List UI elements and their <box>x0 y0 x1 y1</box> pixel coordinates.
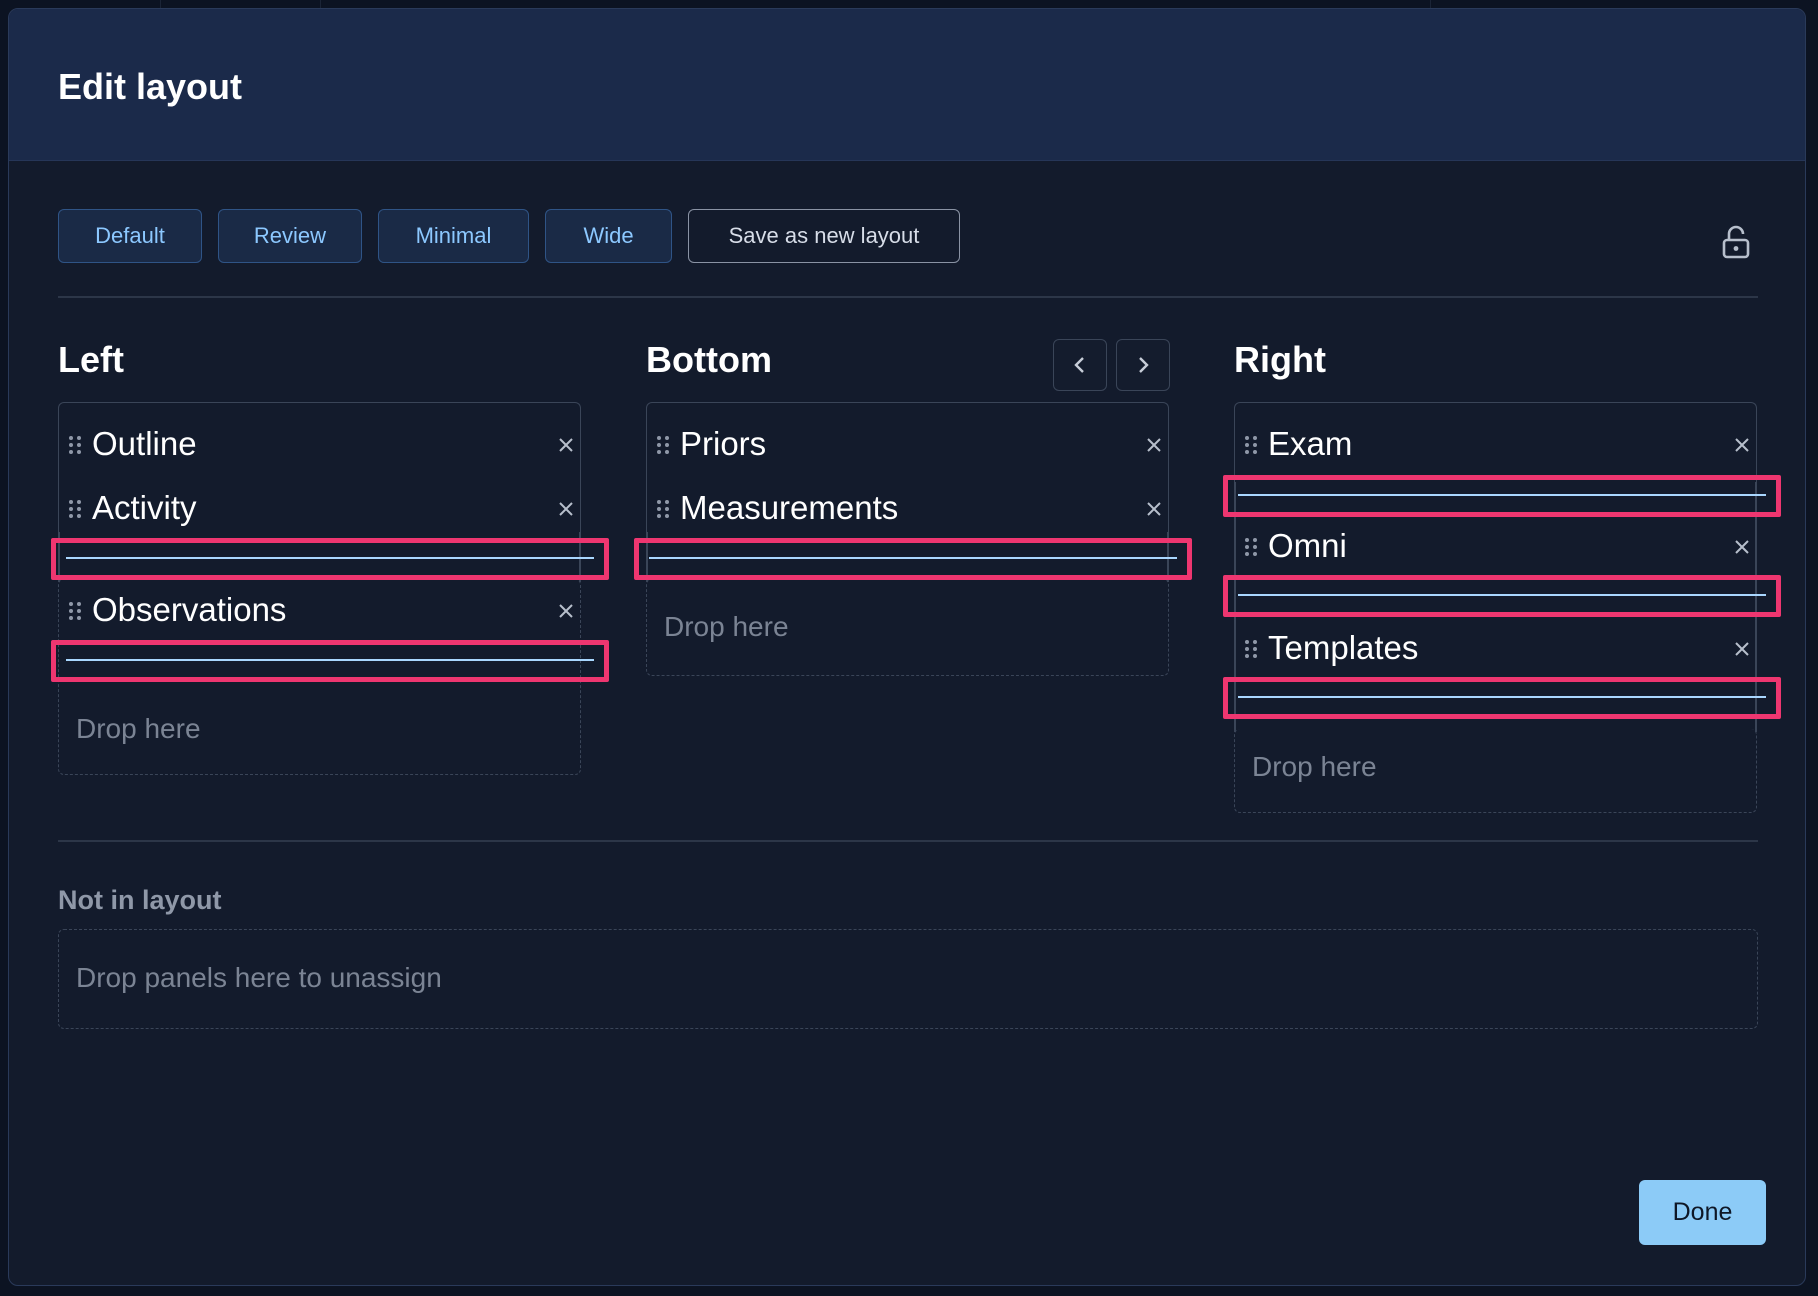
backdrop-divider <box>320 0 321 8</box>
panel-label: Activity <box>92 489 197 526</box>
right-column-title: Right <box>1234 339 1326 380</box>
move-right-button[interactable] <box>1116 339 1170 391</box>
backdrop-divider <box>1430 0 1431 8</box>
chevron-right-icon <box>1139 357 1149 373</box>
panel-label: Templates <box>1268 629 1419 666</box>
drop-here-text: Drop here <box>76 713 201 744</box>
unassign-drop-zone[interactable]: Drop panels here to unassign <box>58 929 1758 1029</box>
close-icon[interactable] <box>1145 500 1163 518</box>
panel-item-activity[interactable]: Activity <box>58 479 581 535</box>
close-icon[interactable] <box>1733 538 1751 556</box>
left-column-title: Left <box>58 339 124 380</box>
save-as-new-layout-button[interactable]: Save as new layout <box>688 209 960 263</box>
drop-here-text: Drop here <box>664 611 789 642</box>
drop-insertion-indicator <box>51 640 609 682</box>
drag-handle-icon[interactable] <box>1244 435 1258 455</box>
dialog-header: Edit layout <box>9 9 1805 161</box>
panel-label: Priors <box>680 425 767 462</box>
drag-handle-icon[interactable] <box>1244 537 1258 557</box>
drop-insertion-indicator <box>51 538 609 580</box>
drag-handle-icon[interactable] <box>68 601 82 621</box>
bottom-column-title: Bottom <box>646 339 772 380</box>
section-divider <box>58 840 1758 842</box>
toolbar-divider <box>58 296 1758 298</box>
panel-label: Measurements <box>680 489 899 526</box>
close-icon[interactable] <box>557 436 575 454</box>
drop-insertion-indicator <box>1223 575 1781 617</box>
close-icon[interactable] <box>557 500 575 518</box>
panel-item-priors[interactable]: Priors <box>646 415 1169 471</box>
preset-wide-button[interactable]: Wide <box>545 209 672 263</box>
drop-insertion-indicator <box>634 538 1192 580</box>
preset-minimal-button[interactable]: Minimal <box>378 209 529 263</box>
preset-review-button[interactable]: Review <box>218 209 362 263</box>
drag-handle-icon[interactable] <box>656 499 670 519</box>
drag-handle-icon[interactable] <box>656 435 670 455</box>
move-left-button[interactable] <box>1053 339 1107 391</box>
edit-layout-dialog: Edit layout Default Review Minimal Wide … <box>8 8 1806 1286</box>
preset-default-button[interactable]: Default <box>58 209 202 263</box>
panel-item-observations[interactable]: Observations <box>58 581 581 637</box>
layout-preset-toolbar: Default Review Minimal Wide Save as new … <box>58 209 960 265</box>
drop-insertion-indicator <box>1223 677 1781 719</box>
panel-item-exam[interactable]: Exam <box>1234 415 1757 471</box>
panel-item-templates[interactable]: Templates <box>1234 619 1757 675</box>
panel-label: Exam <box>1268 425 1353 462</box>
lock-icon[interactable] <box>1721 225 1751 259</box>
unassign-drop-text: Drop panels here to unassign <box>76 962 442 993</box>
panel-item-measurements[interactable]: Measurements <box>646 479 1169 535</box>
drop-here-text: Drop here <box>1252 751 1377 782</box>
panel-item-outline[interactable]: Outline <box>58 415 581 471</box>
close-icon[interactable] <box>1145 436 1163 454</box>
drag-handle-icon[interactable] <box>68 499 82 519</box>
close-icon[interactable] <box>557 602 575 620</box>
dialog-title: Edit layout <box>58 66 243 107</box>
panel-label: Omni <box>1268 527 1347 564</box>
close-icon[interactable] <box>1733 436 1751 454</box>
chevron-left-icon <box>1074 357 1084 373</box>
backdrop-divider <box>160 0 161 8</box>
drag-handle-icon[interactable] <box>68 435 82 455</box>
not-in-layout-title: Not in layout <box>58 885 222 915</box>
done-button[interactable]: Done <box>1639 1180 1766 1245</box>
drop-insertion-indicator <box>1223 475 1781 517</box>
close-icon[interactable] <box>1733 640 1751 658</box>
panel-label: Outline <box>92 425 197 462</box>
drag-handle-icon[interactable] <box>1244 639 1258 659</box>
panel-item-omni[interactable]: Omni <box>1234 517 1757 573</box>
panel-label: Observations <box>92 591 287 628</box>
